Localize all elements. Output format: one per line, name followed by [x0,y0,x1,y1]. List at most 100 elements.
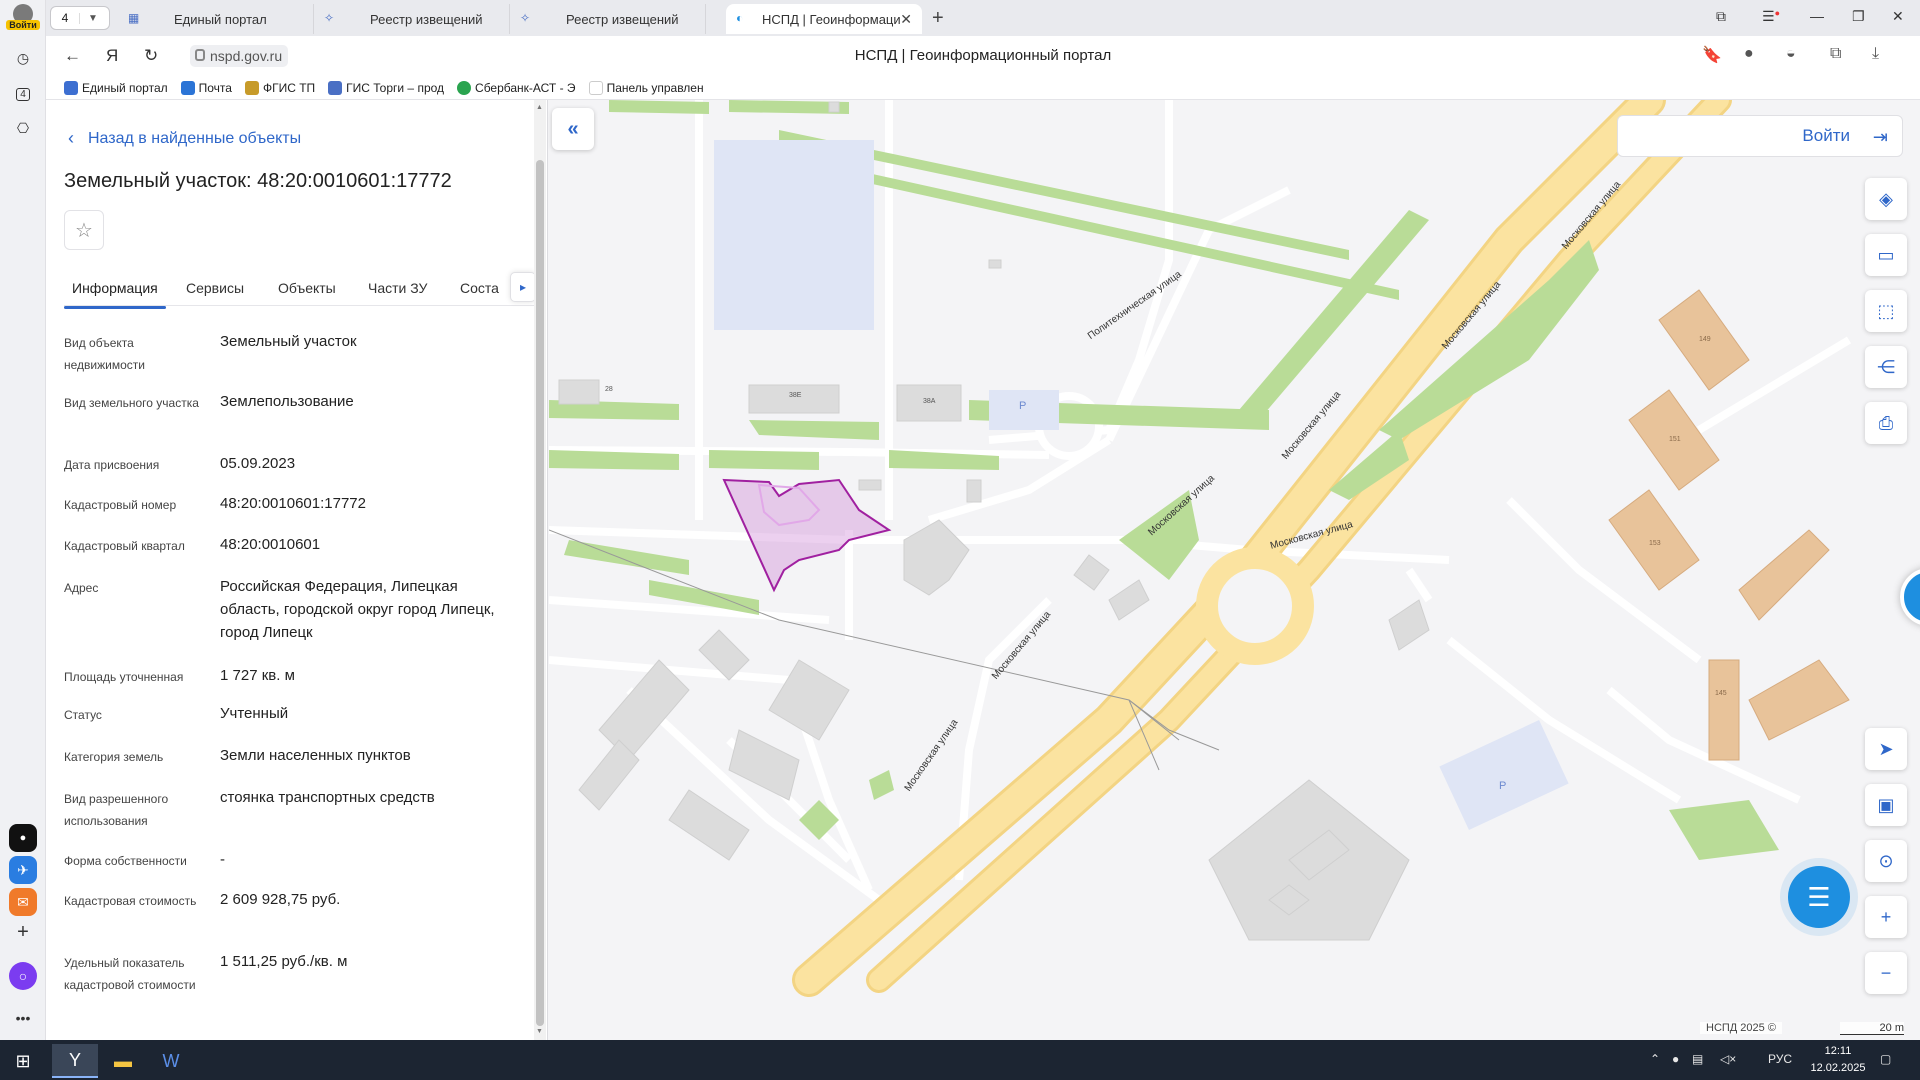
panel-icon [588,80,603,95]
tab-composition[interactable]: Соста [460,280,499,296]
ruler-icon: ▭ [1877,244,1895,265]
chat-button[interactable]: ☰ [1788,866,1850,928]
notifications-icon[interactable]: ▢ [1880,1052,1891,1066]
word-icon[interactable]: W [148,1044,194,1078]
tab-info[interactable]: Информация [64,280,166,309]
alice-icon[interactable]: ○ [9,962,37,990]
chevron-down-icon: ▼ [79,12,98,24]
page-title: НСПД | Геоинформационный портал [854,47,1112,64]
chevron-right-icon: ▸ [519,280,527,294]
tab-parts[interactable]: Части ЗУ [368,280,427,296]
network-icon[interactable]: ▤ [1692,1052,1703,1066]
download-icon[interactable]: ⤓ [1872,45,1879,63]
bookmark-item[interactable]: Единый портал [64,80,168,95]
nspd-icon: ◐ [736,11,744,25]
map-copyright: НСПД 2025 © [1700,1022,1782,1034]
ruler-button[interactable]: ▭ [1865,234,1907,276]
tab-4-active[interactable]: ◐ НСПД | Геоинформаци ✕ [726,4,922,34]
favorite-star-button[interactable]: ☆ [64,210,104,250]
map-login-button[interactable]: Войти ⇥ [1617,115,1903,157]
bookmark-item[interactable]: ФГИС ТП [244,80,315,95]
windows-taskbar: ⊞ Y ▬ W ⌃ ● ▤ ◁× РУС 12:11 12.02.2025 ▢ [0,1040,1920,1080]
bookmark-item[interactable]: ГИС Торги – прод [328,80,444,95]
map-canvas[interactable]: Политехническая улица Московская улица М… [549,100,1920,1040]
microphone-icon[interactable]: ● [1672,1052,1679,1066]
scrollbar-thumb[interactable] [536,160,544,1026]
minimap-button[interactable]: ▣ [1865,784,1907,826]
add-icon[interactable]: + [9,918,37,946]
search-location-button[interactable]: ⊙ [1865,840,1907,882]
back-arrow-icon[interactable]: ← [64,46,81,66]
map-drawing [549,100,1852,997]
double-chevron-left-icon: « [567,117,579,140]
app-icon-1[interactable]: ● [9,824,37,852]
address-bar: ← Я ↻ nspd.gov.ru НСПД | Геоинформационн… [46,36,1920,76]
plus-icon: + [1880,906,1892,927]
select-area-button[interactable]: ⬚ [1865,290,1907,332]
tab-count-icon[interactable]: 4 [9,80,37,108]
screenshot-icon[interactable]: ⎔ [9,114,37,142]
tab-3[interactable]: ✧ Реестр извещений [510,4,706,34]
lock-icon [195,49,205,61]
yandex-browser-icon[interactable]: Y [52,1044,98,1078]
map-scale: 20 m [1840,1022,1904,1035]
profile-login-badge[interactable]: Войти [5,4,41,34]
emblem-icon [244,80,259,95]
share-button[interactable]: ⋲ [1865,346,1907,388]
close-icon: ✕ [900,10,912,27]
object-title: Земельный участок: 48:20:0010601:17772 [64,170,452,192]
collapse-panel-button[interactable]: « [552,108,594,150]
bookmark-icon[interactable]: 🔖 [1702,45,1722,65]
collections-icon[interactable]: ⧉ [1716,8,1726,25]
login-arrow-icon: ⇥ [1872,127,1888,147]
chevron-left-icon: ‹ [68,128,74,148]
scroll-down-icon: ▼ [536,1028,543,1035]
layers-button[interactable]: ◈ [1865,178,1907,220]
tab-1[interactable]: ▦ Единый портал [118,4,314,34]
profile-login-label: Войти [6,20,40,30]
windows-start-icon[interactable]: ⊞ [0,1044,46,1078]
new-tab-button[interactable]: + [932,7,944,30]
file-explorer-icon[interactable]: ▬ [100,1044,146,1078]
print-icon: ⎙ [1878,412,1894,433]
main-roundabout [1196,547,1314,665]
profile-icon[interactable]: ◒ [1786,45,1796,63]
print-button[interactable]: ⎙ [1865,402,1907,444]
extension-icon[interactable]: ● [1744,45,1754,63]
history-icon[interactable]: ◷ [9,44,37,72]
clock[interactable]: 12:11 12.02.2025 [1808,1043,1868,1077]
volume-icon[interactable]: ◁× [1720,1052,1736,1066]
minimize-icon[interactable]: — [1810,8,1824,24]
tabs-next-button[interactable]: ▸ [510,272,536,302]
panel-scrollbar[interactable]: ▲ ▼ [534,100,546,1040]
bookmark-item[interactable]: Панель управлен [588,80,704,95]
close-window-icon[interactable]: ✕ [1892,8,1904,25]
search-location-icon: ⊙ [1878,850,1894,871]
geolocate-button[interactable]: ➤ [1865,728,1907,770]
zoom-in-button[interactable]: + [1865,896,1907,938]
yandex-icon[interactable]: Я [106,46,118,66]
more-icon[interactable]: ••• [9,1004,37,1032]
zoom-out-button[interactable]: − [1865,952,1907,994]
tab-counter[interactable]: 4 ▼ [50,6,110,30]
restore-icon[interactable]: ❐ [1852,8,1865,25]
back-to-results-link[interactable]: ‹ Назад в найденные объекты [68,128,301,149]
portal-icon [64,80,78,95]
menu-icon[interactable]: ☰● [1762,8,1780,25]
parking-area [1439,720,1569,830]
bookmark-item[interactable]: Почта [180,80,232,95]
chevron-up-icon[interactable]: ⌃ [1650,1052,1660,1066]
app-icon-3[interactable]: ✉ [9,888,37,916]
tab-objects[interactable]: Объекты [278,280,336,296]
url-field[interactable]: nspd.gov.ru [190,45,289,67]
bookmark-item[interactable]: Сбербанк-АСТ - Э [457,80,576,95]
minimap-icon: ▣ [1877,794,1895,815]
tab-2[interactable]: ✧ Реестр извещений [314,4,510,34]
language-indicator[interactable]: РУС [1768,1052,1792,1066]
app-icon-2[interactable]: ✈ [9,856,37,884]
reload-icon[interactable]: ↻ [144,46,158,66]
tab-services[interactable]: Сервисы [186,280,244,296]
browser-side-strip: Войти ◷ 4 ⎔ ● ✈ ✉ + ○ ••• [0,0,46,1040]
collections-icon[interactable]: ⧉ [1830,45,1841,63]
chat-icon: ☰ [1807,881,1831,912]
